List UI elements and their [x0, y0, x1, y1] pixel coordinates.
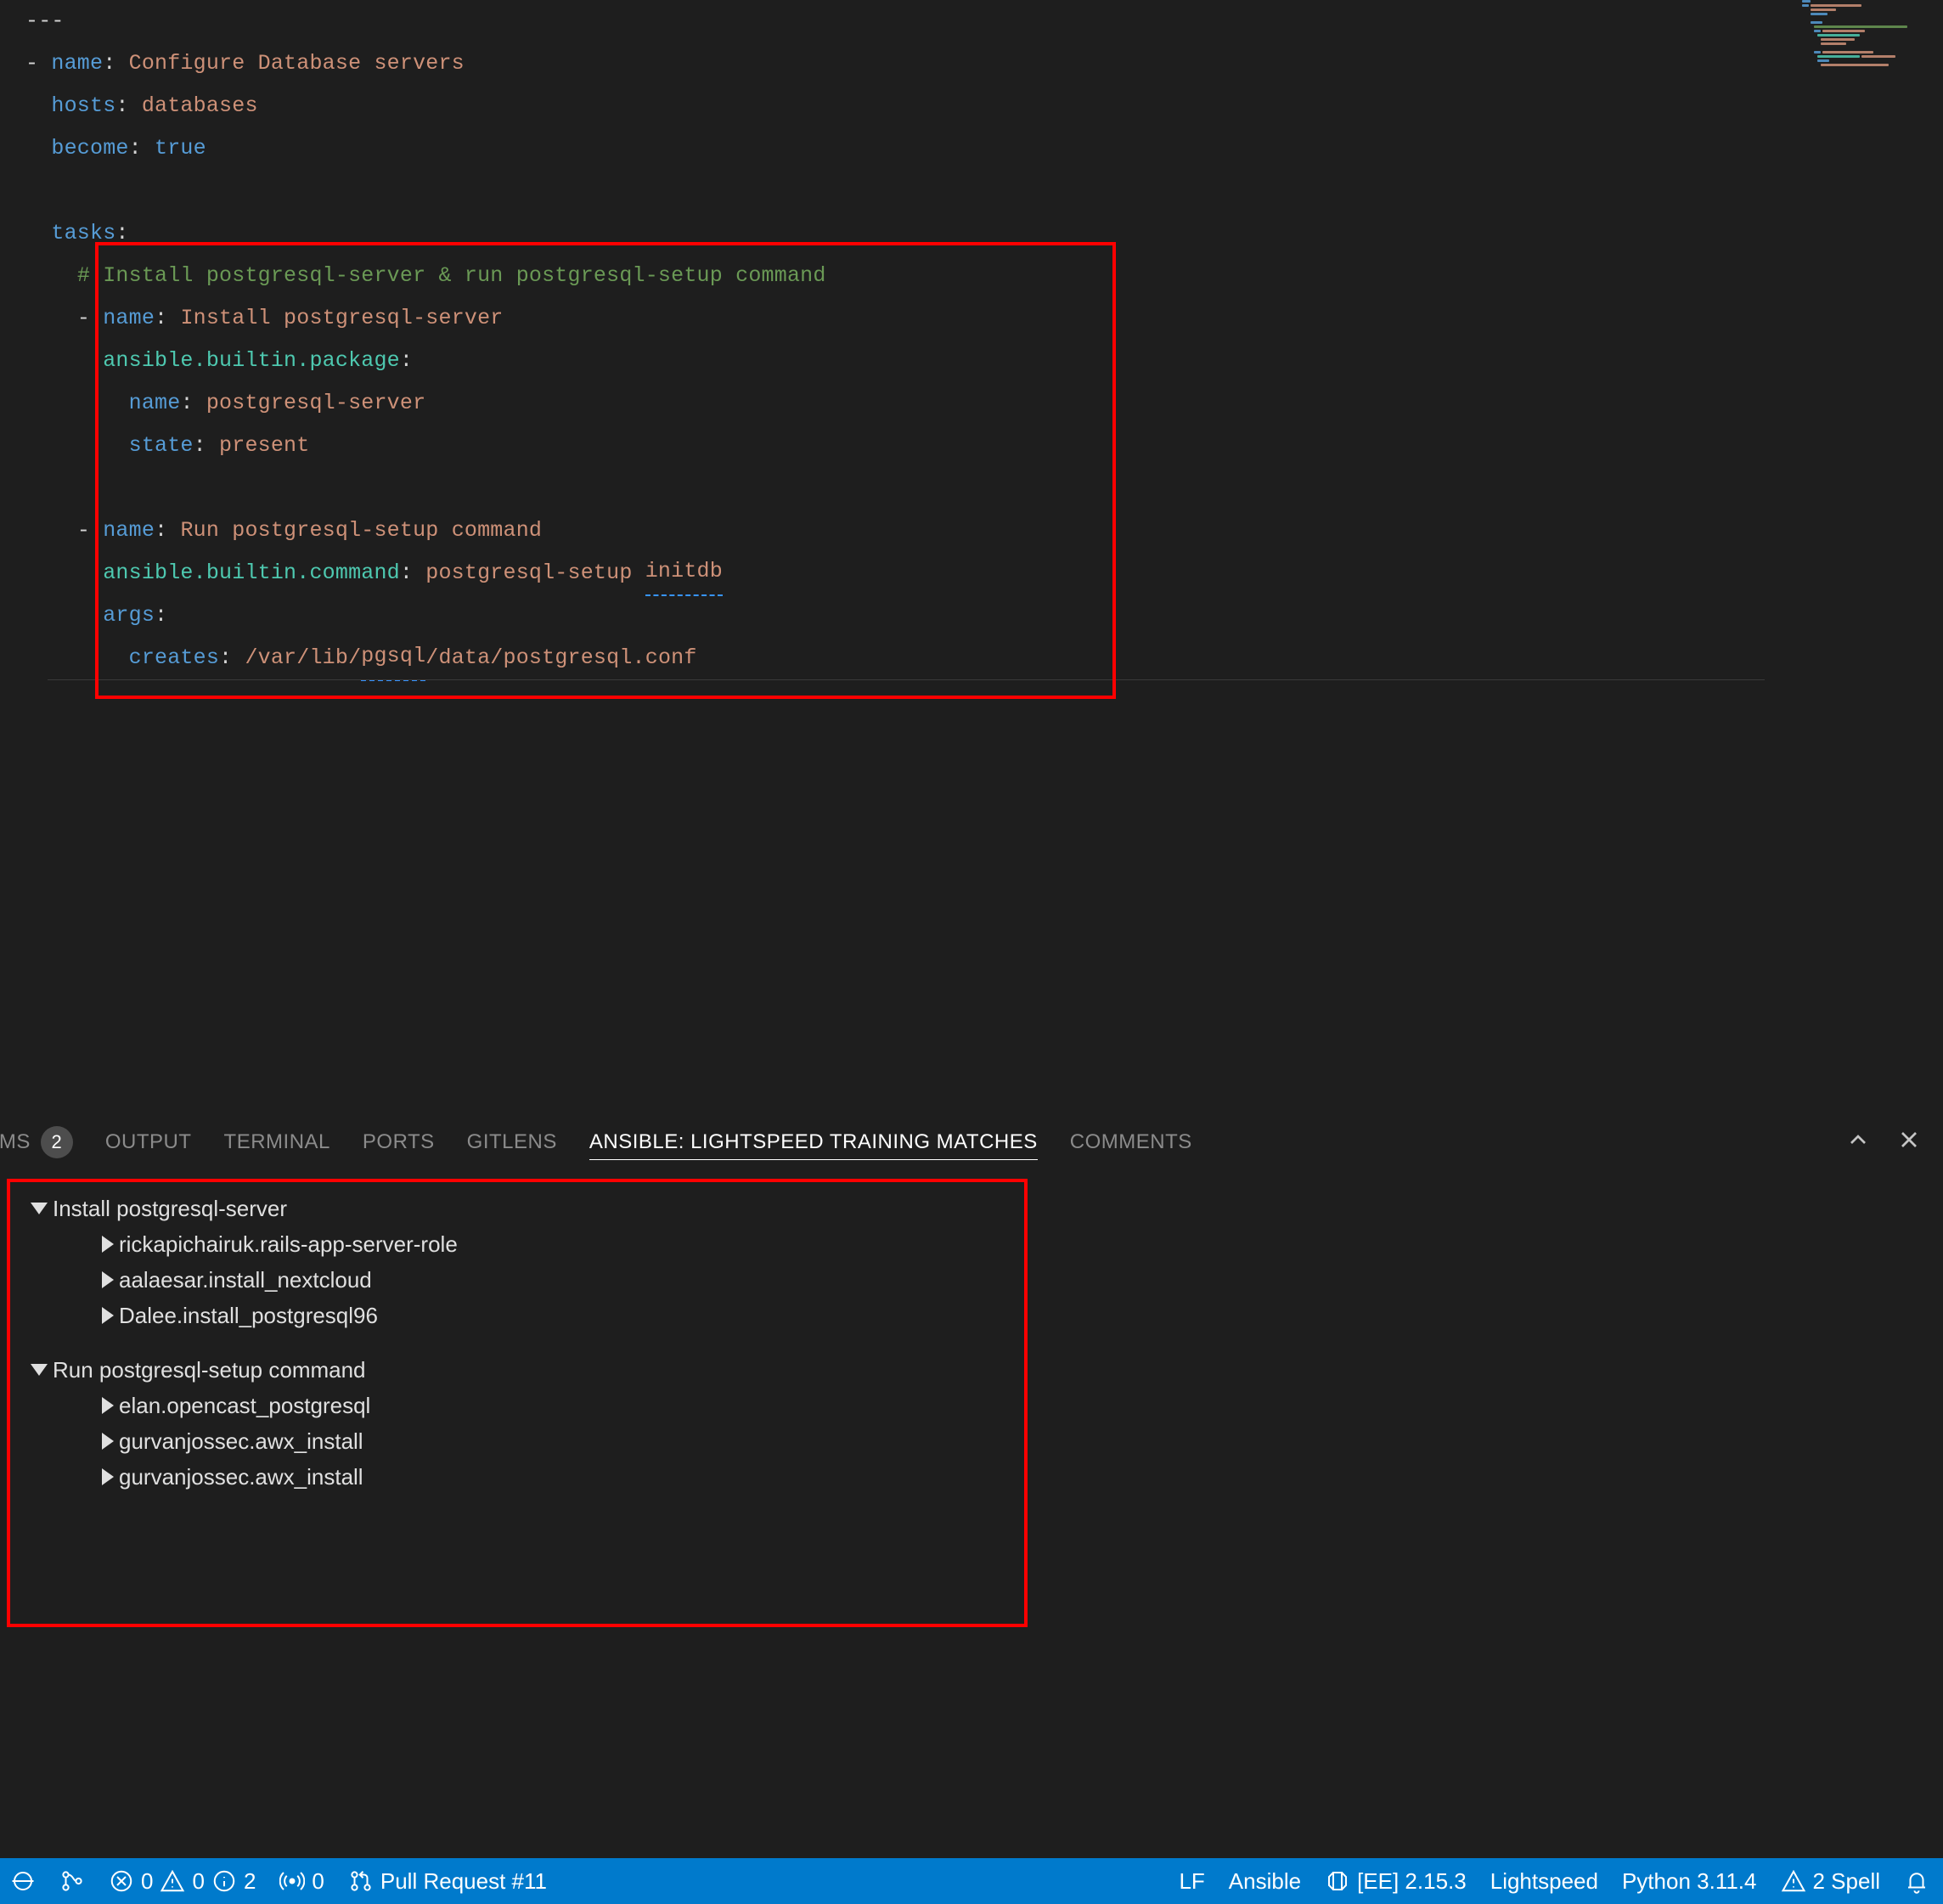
tree-item[interactable]: gurvanjossec.awx_install — [31, 1423, 1912, 1459]
info-count: 2 — [244, 1868, 256, 1895]
status-bar: 0 0 2 0 Pull Request #11 LF Ansible [EE]… — [0, 1858, 1943, 1904]
code-line[interactable]: - name: Install postgresql-server — [25, 297, 1943, 340]
tree-item[interactable]: Dalee.install_postgresql96 — [31, 1298, 1912, 1333]
code-editor[interactable]: ---- name: Configure Database servers ho… — [0, 0, 1943, 679]
tree-group[interactable]: Run postgresql-setup command — [31, 1352, 1912, 1388]
bottom-panel: BLEMS 2 OUTPUT TERMINAL PORTS GITLENS ANSIBLE:… — [0, 1113, 1943, 1800]
remote-button[interactable] — [10, 1868, 36, 1894]
bell-icon[interactable] — [1904, 1868, 1929, 1894]
language-label: Ansible — [1229, 1868, 1301, 1895]
close-icon[interactable] — [1895, 1126, 1923, 1159]
ee-label: [EE] 2.15.3 — [1357, 1868, 1467, 1895]
lightspeed-button[interactable]: Lightspeed — [1490, 1868, 1598, 1895]
code-line[interactable]: --- — [25, 0, 1943, 42]
panel-tab-ports[interactable]: PORTS — [363, 1125, 435, 1159]
tree-item[interactable]: gurvanjossec.awx_install — [31, 1459, 1912, 1495]
code-line[interactable]: hosts: databases — [25, 85, 1943, 127]
tree-item[interactable]: rickapichairuk.rails-app-server-role — [31, 1226, 1912, 1262]
chevron-up-icon[interactable] — [1844, 1126, 1872, 1159]
panel-tab-terminal[interactable]: TERMINAL — [224, 1125, 330, 1159]
tree-item-label: rickapichairuk.rails-app-server-role — [119, 1226, 458, 1262]
code-line[interactable]: - name: Configure Database servers — [25, 42, 1943, 85]
code-line[interactable]: ansible.builtin.command: postgresql-setu… — [25, 552, 1943, 594]
code-line[interactable]: state: present — [25, 425, 1943, 467]
warnings-count: 0 — [192, 1868, 204, 1895]
spell-button[interactable]: 2 Spell — [1781, 1868, 1881, 1895]
tab-label: ANSIBLE: LIGHTSPEED TRAINING MATCHES — [589, 1130, 1038, 1154]
panel-body: Install postgresql-serverrickapichairuk.… — [0, 1172, 1943, 1513]
tab-label: COMMENTS — [1070, 1130, 1192, 1154]
pull-request-button[interactable]: Pull Request #11 — [348, 1868, 547, 1895]
tree-item-label: aalaesar.install_nextcloud — [119, 1262, 372, 1298]
ee-button[interactable]: [EE] 2.15.3 — [1325, 1868, 1467, 1895]
code-line[interactable]: # Install postgresql-server & run postgr… — [25, 255, 1943, 297]
spell-label: 2 Spell — [1813, 1868, 1881, 1895]
code-line[interactable] — [25, 170, 1943, 212]
panel-tab-ansible-lightspeed-training-matches[interactable]: ANSIBLE: LIGHTSPEED TRAINING MATCHES — [589, 1125, 1038, 1160]
chevron-right-icon — [102, 1271, 114, 1288]
tab-label: GITLENS — [467, 1130, 557, 1154]
tree-group-label: Run postgresql-setup command — [53, 1352, 366, 1388]
code-line[interactable]: become: true — [25, 127, 1943, 170]
panel-actions — [1844, 1126, 1943, 1159]
chevron-right-icon — [102, 1236, 114, 1253]
chevron-right-icon — [102, 1468, 114, 1485]
code-line[interactable]: ansible.builtin.package: — [25, 340, 1943, 382]
panel-tab-gitlens[interactable]: GITLENS — [467, 1125, 557, 1159]
code-line[interactable]: creates: /var/lib/pgsql/data/postgresql.… — [25, 637, 1943, 679]
tree-group[interactable]: Install postgresql-server — [31, 1191, 1912, 1226]
tree-item-label: gurvanjossec.awx_install — [119, 1423, 363, 1459]
tab-badge: 2 — [41, 1126, 73, 1158]
tab-label: OUTPUT — [105, 1130, 192, 1154]
code-line[interactable]: args: — [25, 594, 1943, 637]
eol-label: LF — [1179, 1868, 1204, 1895]
chevron-right-icon — [102, 1397, 114, 1414]
minimap[interactable] — [1802, 0, 1938, 68]
language-button[interactable]: Ansible — [1229, 1868, 1301, 1895]
panel-tab-comments[interactable]: COMMENTS — [1070, 1125, 1192, 1159]
code-line[interactable]: - name: Run postgresql-setup command — [25, 510, 1943, 552]
problems-button[interactable]: 0 0 2 — [109, 1868, 256, 1895]
tab-label: TERMINAL — [224, 1130, 330, 1154]
code-line[interactable]: name: postgresql-server — [25, 382, 1943, 425]
radio-count: 0 — [312, 1868, 324, 1895]
panel-tab-bar: BLEMS 2 OUTPUT TERMINAL PORTS GITLENS ANSIBLE:… — [0, 1113, 1943, 1172]
python-button[interactable]: Python 3.11.4 — [1622, 1868, 1757, 1895]
chevron-right-icon — [102, 1307, 114, 1324]
source-control-button[interactable] — [59, 1868, 85, 1894]
errors-count: 0 — [141, 1868, 153, 1895]
code-line[interactable] — [25, 467, 1943, 510]
tree-item[interactable]: elan.opencast_postgresql — [31, 1388, 1912, 1423]
panel-tab-blems[interactable]: BLEMS 2 — [0, 1121, 73, 1163]
lightspeed-label: Lightspeed — [1490, 1868, 1598, 1895]
tab-label: PORTS — [363, 1130, 435, 1154]
tab-label: BLEMS — [0, 1130, 31, 1154]
pr-label: Pull Request #11 — [380, 1868, 547, 1895]
radio-button[interactable]: 0 — [279, 1868, 324, 1895]
chevron-right-icon — [102, 1433, 114, 1450]
code-line[interactable]: tasks: — [25, 212, 1943, 255]
tree-item-label: gurvanjossec.awx_install — [119, 1459, 363, 1495]
tree-group-label: Install postgresql-server — [53, 1191, 287, 1226]
chevron-down-icon — [31, 1203, 48, 1214]
tree-item-label: Dalee.install_postgresql96 — [119, 1298, 378, 1333]
editor-boundary — [48, 679, 1765, 680]
panel-tab-output[interactable]: OUTPUT — [105, 1125, 192, 1159]
tree-item[interactable]: aalaesar.install_nextcloud — [31, 1262, 1912, 1298]
chevron-down-icon — [31, 1364, 48, 1376]
tree-item-label: elan.opencast_postgresql — [119, 1388, 370, 1423]
python-label: Python 3.11.4 — [1622, 1868, 1757, 1895]
eol-button[interactable]: LF — [1179, 1868, 1204, 1895]
